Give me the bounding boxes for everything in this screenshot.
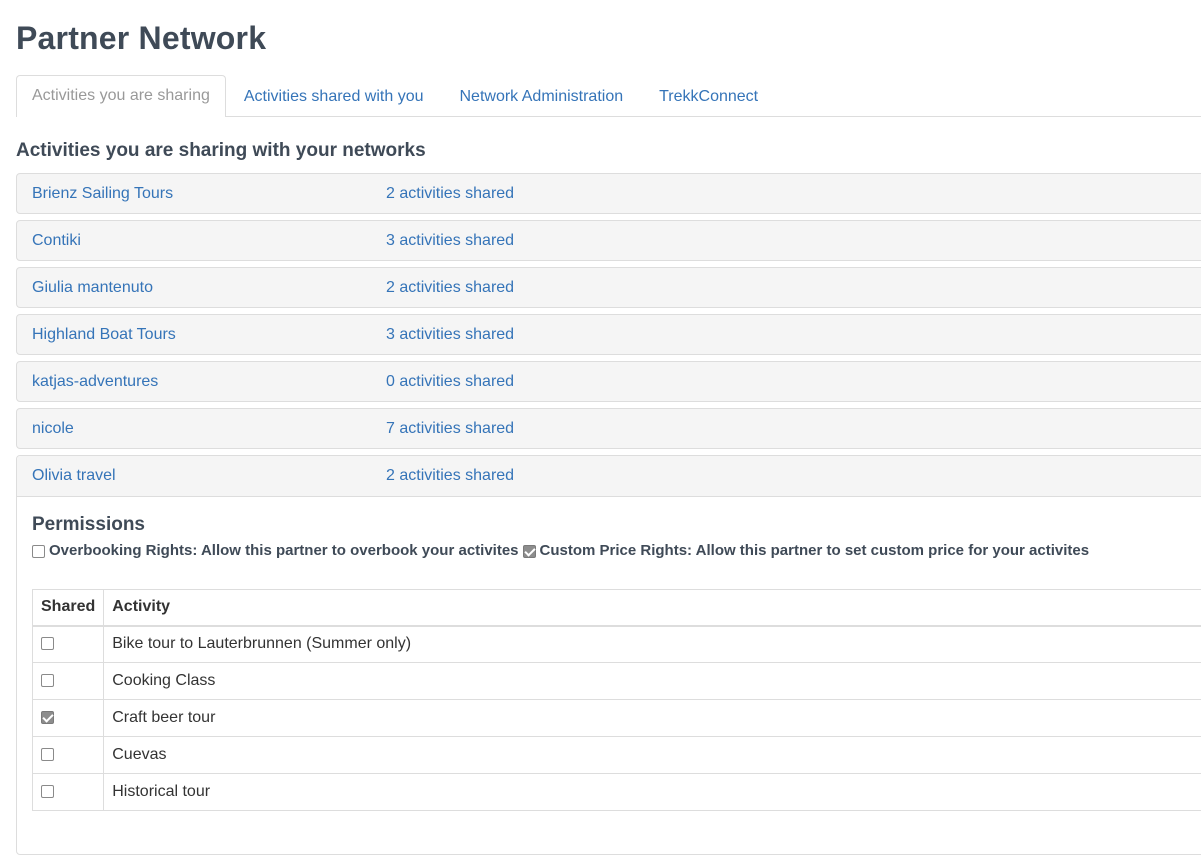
network-name[interactable]: Brienz Sailing Tours: [32, 174, 173, 214]
tab-trekkconnect[interactable]: TrekkConnect: [641, 76, 776, 116]
custom-price-rights-checkbox[interactable]: [523, 545, 536, 558]
activity-name: Cooking Class: [104, 663, 1201, 700]
network-panel-olivia-travel: Olivia travel 2 activities shared Permis…: [16, 455, 1201, 855]
page-title: Partner Network: [16, 20, 266, 57]
network-name[interactable]: Contiki: [32, 221, 81, 261]
shared-cell: [33, 700, 104, 737]
custom-price-rights-label: Custom Price Rights: Allow this partner …: [540, 542, 1090, 559]
table-row: Cuevas: [33, 737, 1201, 774]
network-name[interactable]: Olivia travel: [32, 456, 116, 496]
network-shared-count[interactable]: 7 activities shared: [386, 409, 514, 449]
shared-cell: [33, 663, 104, 700]
tab-network-administration[interactable]: Network Administration: [442, 76, 642, 116]
column-header-shared: Shared: [33, 590, 104, 626]
network-name[interactable]: nicole: [32, 409, 74, 449]
shared-checkbox[interactable]: [41, 711, 54, 724]
network-row-giulia-mantenuto[interactable]: Giulia mantenuto 2 activities shared: [16, 267, 1201, 308]
network-row-contiki[interactable]: Contiki 3 activities shared: [16, 220, 1201, 261]
activity-name: Bike tour to Lauterbrunnen (Summer only): [104, 626, 1201, 663]
shared-checkbox[interactable]: [41, 637, 54, 650]
table-row: Historical tour: [33, 774, 1201, 811]
network-shared-count[interactable]: 3 activities shared: [386, 315, 514, 355]
table-row: Bike tour to Lauterbrunnen (Summer only): [33, 626, 1201, 663]
column-header-activity: Activity: [104, 590, 1201, 626]
table-row: Cooking Class: [33, 663, 1201, 700]
network-shared-count[interactable]: 2 activities shared: [386, 456, 514, 496]
section-heading: Activities you are sharing with your net…: [16, 140, 426, 162]
network-list: Brienz Sailing Tours 2 activities shared…: [16, 173, 1201, 855]
network-shared-count[interactable]: 2 activities shared: [386, 174, 514, 214]
activity-table: Shared Activity Bike tour to Lauterbrunn…: [32, 589, 1201, 811]
activity-name: Cuevas: [104, 737, 1201, 774]
shared-checkbox[interactable]: [41, 748, 54, 761]
table-header-row: Shared Activity: [33, 590, 1201, 626]
network-shared-count[interactable]: 0 activities shared: [386, 362, 514, 402]
network-row-nicole[interactable]: nicole 7 activities shared: [16, 408, 1201, 449]
network-name[interactable]: Giulia mantenuto: [32, 268, 153, 308]
shared-checkbox[interactable]: [41, 674, 54, 687]
activity-name: Craft beer tour: [104, 700, 1201, 737]
network-name[interactable]: Highland Boat Tours: [32, 315, 176, 355]
tab-bar: Activities you are sharing Activities sh…: [16, 75, 1201, 117]
shared-checkbox[interactable]: [41, 785, 54, 798]
tab-activities-shared-with-you[interactable]: Activities shared with you: [226, 76, 442, 116]
network-shared-count[interactable]: 2 activities shared: [386, 268, 514, 308]
overbooking-rights-checkbox[interactable]: [32, 545, 45, 558]
overbooking-rights-label: Overbooking Rights: Allow this partner t…: [49, 542, 519, 559]
tab-activities-you-are-sharing[interactable]: Activities you are sharing: [16, 75, 226, 117]
permissions-options: Overbooking Rights: Allow this partner t…: [32, 542, 1093, 559]
shared-cell: [33, 737, 104, 774]
shared-cell: [33, 774, 104, 811]
network-row-olivia-travel[interactable]: Olivia travel 2 activities shared: [17, 456, 1201, 497]
table-row: Craft beer tour: [33, 700, 1201, 737]
activity-name: Historical tour: [104, 774, 1201, 811]
network-shared-count[interactable]: 3 activities shared: [386, 221, 514, 261]
network-name[interactable]: katjas-adventures: [32, 362, 158, 402]
permissions-title: Permissions: [32, 514, 145, 536]
shared-cell: [33, 626, 104, 663]
network-row-brienz-sailing-tours[interactable]: Brienz Sailing Tours 2 activities shared: [16, 173, 1201, 214]
network-row-highland-boat-tours[interactable]: Highland Boat Tours 3 activities shared: [16, 314, 1201, 355]
network-row-katjas-adventures[interactable]: katjas-adventures 0 activities shared: [16, 361, 1201, 402]
